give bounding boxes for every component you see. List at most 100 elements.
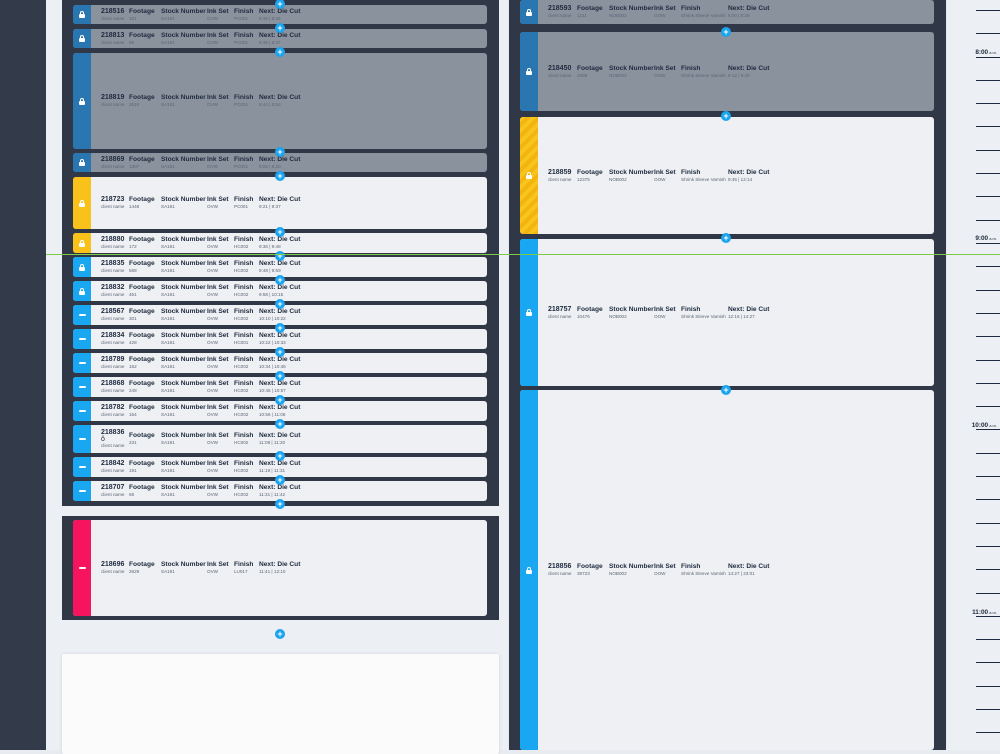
lock-icon[interactable]	[79, 159, 85, 166]
drag-handle-icon[interactable]	[78, 438, 86, 440]
lock-icon[interactable]	[79, 199, 85, 207]
job-card-218836[interactable]: 218836 ô client name Footage 231 Stock Number…	[73, 425, 487, 453]
add-job-button[interactable]: +	[275, 23, 285, 33]
job-card-218819[interactable]: 218819 client name Footage 2610 Stock Number…	[73, 53, 487, 149]
drag-handle-icon[interactable]	[78, 466, 86, 468]
job-card-218593[interactable]: 218593 client name Footage 1211 Stock Number…	[520, 0, 934, 24]
job-field: Ink Set OOW	[654, 563, 676, 577]
add-job-button[interactable]: +	[275, 323, 285, 333]
field-label: Finish	[234, 484, 254, 491]
job-status-stripe	[73, 353, 91, 373]
field-label: Next: Die Cut	[728, 563, 770, 570]
timeline-tick	[976, 196, 1000, 197]
job-field: Footage 1211	[577, 5, 603, 19]
drag-handle-icon[interactable]	[78, 490, 86, 492]
add-job-button[interactable]: +	[275, 47, 285, 57]
job-field: Finish HC002	[234, 356, 253, 370]
add-job-button[interactable]: +	[275, 227, 285, 237]
add-job-button[interactable]: +	[275, 299, 285, 309]
add-job-button[interactable]: +	[275, 499, 285, 509]
job-field: Ink Set OVW	[207, 284, 229, 298]
job-number: 218880	[101, 236, 125, 243]
lock-icon[interactable]	[526, 8, 532, 16]
add-job-button[interactable]: +	[275, 419, 285, 429]
job-number: 218842	[101, 460, 125, 467]
job-field: Next: Die Cut 9:45 | 12:14	[728, 169, 769, 183]
field-label: Stock Number	[609, 305, 654, 313]
job-card-218859[interactable]: 218859 client name Footage 12375 Stock Numbe…	[520, 117, 934, 234]
job-content: 218723 client name Footage 1448 Stock Number…	[101, 177, 483, 229]
job-field: Footage 68	[129, 484, 155, 498]
job-card-218696[interactable]: 218696 client name Footage 2629 Stock Number…	[73, 520, 487, 616]
lock-icon[interactable]	[79, 35, 85, 42]
finish-value: HC002	[234, 292, 249, 297]
job-field: Footage 161	[129, 8, 155, 22]
ink-set-value: OOW	[654, 176, 666, 182]
footage-value: 152	[129, 364, 137, 369]
add-job-button[interactable]: +	[721, 27, 731, 37]
job-card-218757[interactable]: 218757 client name Footage 10476 Stock Numbe…	[520, 239, 934, 386]
lock-icon[interactable]	[526, 566, 532, 574]
drag-handle-icon[interactable]	[78, 410, 86, 412]
field-label: Finish	[234, 31, 254, 39]
lock-icon[interactable]	[79, 287, 85, 295]
job-field: Finish Shrink Sleeve Varnish	[681, 65, 726, 79]
job-number: 218707	[101, 484, 125, 491]
add-job-button[interactable]: +	[275, 347, 285, 357]
ink-set-value: OVW	[207, 412, 218, 417]
job-field: Stock Number SA191	[161, 332, 206, 346]
add-job-button[interactable]: +	[275, 451, 285, 461]
field-label: Next: Die Cut	[259, 404, 301, 411]
drag-handle-icon[interactable]	[78, 386, 86, 388]
lock-icon[interactable]	[79, 11, 85, 18]
timeline-tick	[976, 57, 1000, 58]
drag-handle-icon[interactable]	[78, 314, 86, 316]
lock-icon[interactable]	[526, 309, 532, 316]
add-job-button[interactable]: +	[721, 233, 731, 243]
add-job-button[interactable]: +	[275, 395, 285, 405]
job-field: Finish LU017	[234, 561, 253, 575]
add-job-button[interactable]: +	[275, 629, 285, 639]
field-label: Footage	[129, 561, 155, 568]
job-card-218856[interactable]: 218856 client name Footage 39723 Stock Numbe…	[520, 390, 934, 750]
finish-value: HC002	[234, 388, 249, 393]
add-job-button[interactable]: +	[721, 111, 731, 121]
timeline-tick	[976, 243, 1000, 244]
job-field: Footage 191	[129, 460, 155, 474]
footage-value: 1211	[577, 13, 587, 18]
job-field: Stock Number SA191	[161, 8, 206, 22]
timeline-hour-label: 10:00 a.m.	[972, 422, 997, 429]
timeline-tick	[976, 546, 1000, 547]
ink-set-value: OOW	[654, 72, 666, 78]
drag-handle-icon[interactable]	[78, 362, 86, 364]
lock-icon[interactable]	[526, 172, 532, 179]
job-field: Next: Die Cut 8:32 | 8:34	[259, 8, 300, 22]
job-card-218450[interactable]: 218450 client name Footage 2598 Stock Number…	[520, 32, 934, 111]
add-job-button[interactable]: +	[275, 147, 285, 157]
field-label: Ink Set	[207, 260, 229, 267]
lock-icon[interactable]	[79, 263, 85, 271]
drag-handle-icon[interactable]	[78, 567, 86, 569]
add-job-button[interactable]: +	[275, 475, 285, 485]
add-job-button[interactable]: +	[275, 371, 285, 381]
schedule-time-value: 8:35 | 8:37	[259, 39, 281, 45]
add-job-button[interactable]: +	[721, 385, 731, 395]
job-field: Footage 2610	[129, 94, 155, 108]
field-label: Stock Number	[161, 94, 206, 101]
ink-set-value: OVW	[207, 39, 218, 45]
add-job-button[interactable]: +	[275, 251, 285, 261]
add-job-button[interactable]: +	[275, 275, 285, 285]
lock-icon[interactable]	[79, 239, 85, 247]
add-job-button[interactable]: +	[275, 171, 285, 181]
finish-value: PC001	[234, 102, 249, 107]
finish-value: HC002	[234, 316, 249, 321]
lock-icon[interactable]	[79, 97, 85, 105]
job-status-stripe	[73, 53, 91, 149]
drag-handle-icon[interactable]	[78, 338, 86, 340]
job-card-218723[interactable]: 218723 client name Footage 1448 Stock Number…	[73, 177, 487, 229]
job-field: Finish PC001	[234, 94, 253, 108]
job-id: 218707 client name	[101, 484, 125, 498]
timeline-tick	[976, 173, 1000, 174]
lock-icon[interactable]	[526, 68, 532, 75]
job-status-stripe	[73, 233, 91, 253]
